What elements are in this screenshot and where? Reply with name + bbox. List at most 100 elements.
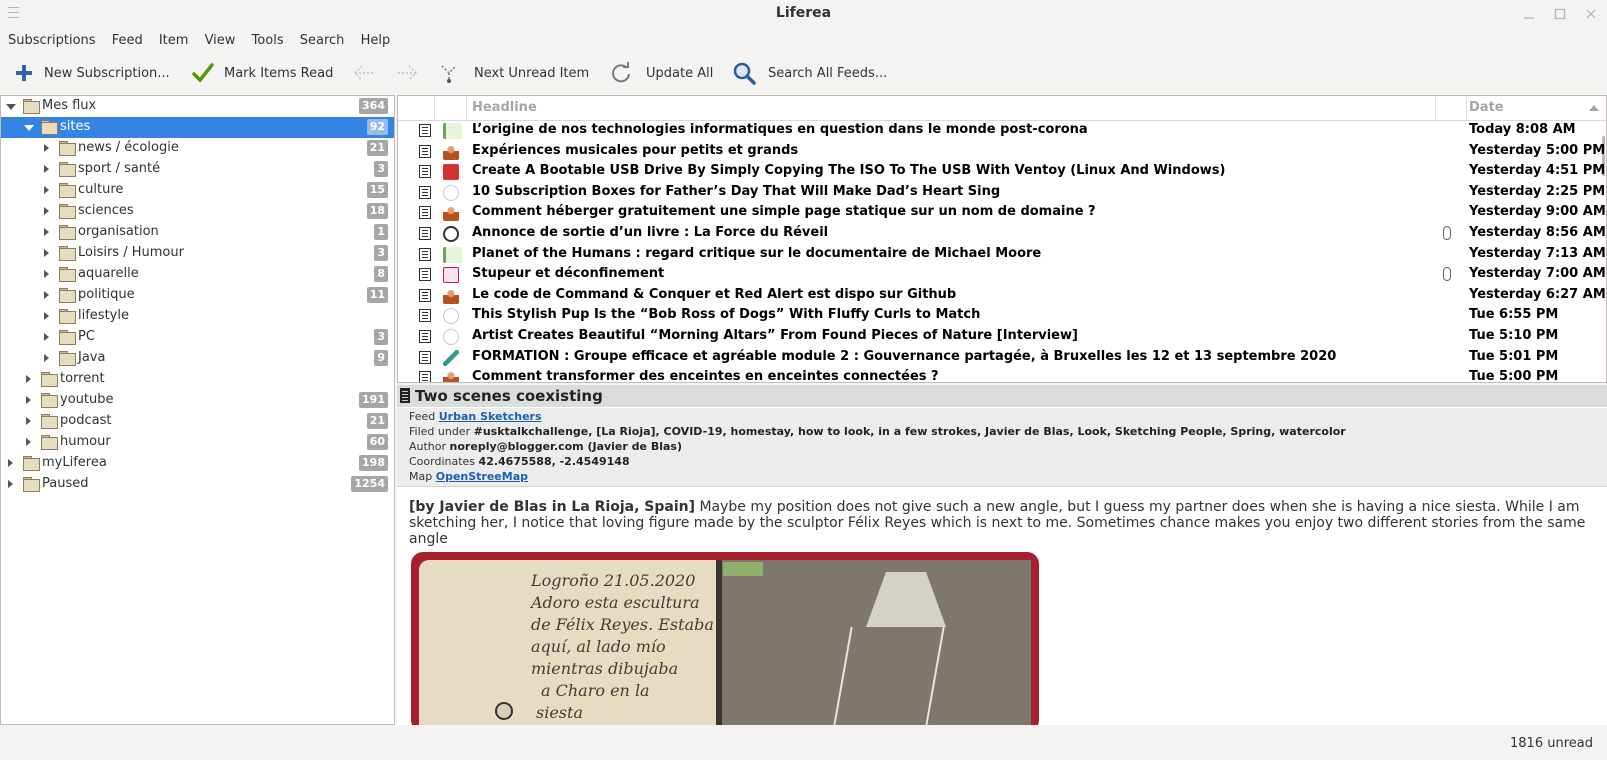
item-row[interactable]: Create A Bootable USB Drive By Simply Co… — [398, 161, 1606, 182]
unread-document-icon — [419, 247, 431, 261]
folder-icon — [23, 456, 40, 471]
tree-item-label: podcast — [60, 413, 112, 428]
back-button[interactable] — [352, 56, 376, 90]
expander-closed-icon[interactable] — [44, 291, 49, 299]
item-row[interactable]: Comment transformer des enceintes en enc… — [398, 367, 1606, 382]
tree-item[interactable]: culture 15 — [1, 180, 394, 201]
tree-item[interactable]: sport / santé 3 — [1, 159, 394, 180]
tree-item[interactable]: politique 11 — [1, 285, 394, 306]
folder-icon — [59, 351, 76, 366]
new-subscription-button[interactable]: New Subscription... — [14, 56, 170, 90]
menu-subscriptions[interactable]: Subscriptions — [0, 30, 101, 52]
item-row[interactable]: Stupeur et déconfinement Yesterday 7:00 A… — [398, 264, 1606, 285]
item-date: Yesterday 4:51 PM — [1469, 163, 1606, 179]
tree-item[interactable]: aquarelle 8 — [1, 264, 394, 285]
menu-view[interactable]: View — [200, 30, 241, 52]
tree-item[interactable]: humour 60 — [1, 432, 394, 453]
expander-closed-icon[interactable] — [26, 438, 31, 446]
expander-open-icon[interactable] — [24, 125, 34, 131]
toolbar: New Subscription... Mark Items Read Next… — [0, 56, 1607, 90]
expander-closed-icon[interactable] — [8, 480, 13, 488]
item-row[interactable]: Le code de Command & Conquer et Red Aler… — [398, 285, 1606, 306]
tree-item-label: sciences — [78, 203, 134, 218]
close-icon[interactable] — [1584, 7, 1598, 21]
tree-item[interactable]: myLiferea 198 — [1, 453, 394, 474]
expander-closed-icon[interactable] — [44, 333, 49, 341]
tree-item-label: aquarelle — [78, 266, 139, 281]
tree-item[interactable]: PC 3 — [1, 327, 394, 348]
item-row[interactable]: Comment héberger gratuitement une simple… — [398, 202, 1606, 223]
item-row[interactable]: Expériences musicales pour petits et gra… — [398, 141, 1606, 162]
tree-item[interactable]: Java 9 — [1, 348, 394, 369]
tree-item[interactable]: torrent — [1, 369, 394, 390]
folder-icon — [23, 477, 40, 492]
item-headline: Planet of the Humans : regard critique s… — [472, 245, 1042, 261]
expander-closed-icon[interactable] — [44, 354, 49, 362]
tree-item[interactable]: sites 92 — [1, 117, 394, 138]
expander-open-icon[interactable] — [6, 104, 16, 110]
avatar-favicon-icon — [443, 287, 459, 304]
menu-item[interactable]: Item — [154, 30, 194, 52]
expander-closed-icon[interactable] — [26, 396, 31, 404]
tree-item[interactable]: sciences 18 — [1, 201, 394, 222]
tree-item[interactable]: news / écologie 21 — [1, 138, 394, 159]
handwriting-line: de Félix Reyes. Estaba — [531, 615, 714, 634]
feed-label: Feed — [409, 410, 436, 423]
author-label: Author — [409, 440, 447, 453]
item-headline: Le code de Command & Conquer et Red Aler… — [472, 286, 957, 302]
expander-closed-icon[interactable] — [44, 144, 49, 152]
date-column-header[interactable]: Date — [1469, 100, 1504, 115]
folder-icon — [59, 267, 76, 282]
maximize-icon[interactable] — [1553, 7, 1567, 21]
next-unread-item-button[interactable]: Next Unread Item — [438, 56, 589, 90]
item-row[interactable]: FORMATION : Groupe efficace et agréable … — [398, 347, 1606, 368]
tree-item[interactable]: lifestyle — [1, 306, 394, 327]
green-leaf-favicon-icon — [443, 123, 462, 139]
forward-button[interactable] — [395, 56, 419, 90]
expander-closed-icon[interactable] — [44, 186, 49, 194]
item-date: Yesterday 8:56 AM — [1469, 225, 1606, 240]
expander-closed-icon[interactable] — [26, 417, 31, 425]
map-link[interactable]: OpenStreeMap — [436, 470, 528, 483]
expander-closed-icon[interactable] — [44, 165, 49, 173]
item-row[interactable]: Planet of the Humans : regard critique s… — [398, 244, 1606, 265]
menu-search[interactable]: Search — [295, 30, 350, 52]
expander-closed-icon[interactable] — [26, 375, 31, 383]
sort-ascending-icon — [1589, 105, 1599, 111]
feed-link[interactable]: Urban Sketchers — [439, 410, 542, 423]
tree-item[interactable]: Mes flux 364 — [1, 96, 394, 117]
tree-item[interactable]: Loisirs / Humour 3 — [1, 243, 394, 264]
item-row[interactable]: This Stylish Pup Is the “Bob Ross of Dog… — [398, 305, 1606, 326]
menu-tools[interactable]: Tools — [247, 30, 289, 52]
item-row[interactable]: Annonce de sortie d’un livre : La Force … — [398, 223, 1606, 244]
mark-items-read-button[interactable]: Mark Items Read — [192, 56, 333, 90]
expander-closed-icon[interactable] — [44, 249, 49, 257]
coordinates-value: 42.4675588, -2.4549148 — [478, 455, 630, 468]
item-row[interactable]: Artist Creates Beautiful “Morning Altars… — [398, 326, 1606, 347]
folder-icon — [41, 393, 58, 408]
folder-icon — [41, 435, 58, 450]
tree-item[interactable]: podcast 21 — [1, 411, 394, 432]
expander-closed-icon[interactable] — [44, 228, 49, 236]
expander-closed-icon[interactable] — [8, 459, 13, 467]
unread-count-badge: 3 — [374, 245, 388, 261]
item-row[interactable]: L’origine de nos technologies informatiq… — [398, 120, 1606, 141]
folder-icon — [41, 372, 58, 387]
tree-item[interactable]: organisation 1 — [1, 222, 394, 243]
item-headline: FORMATION : Groupe efficace et agréable … — [472, 348, 1337, 364]
expander-closed-icon[interactable] — [44, 270, 49, 278]
headline-column-header[interactable]: Headline — [472, 100, 537, 115]
tree-item[interactable]: Paused 1254 — [1, 474, 394, 495]
expander-closed-icon[interactable] — [44, 312, 49, 320]
update-all-button[interactable]: Update All — [610, 56, 713, 90]
menu-bar: Subscriptions Feed Item View Tools Searc… — [0, 30, 397, 52]
search-all-feeds-button[interactable]: Search All Feeds... — [732, 56, 887, 90]
tree-item[interactable]: youtube 191 — [1, 390, 394, 411]
expander-closed-icon[interactable] — [44, 207, 49, 215]
menu-feed[interactable]: Feed — [107, 30, 148, 52]
menu-help[interactable]: Help — [356, 30, 396, 52]
minimize-icon[interactable] — [1522, 7, 1536, 21]
teal-leaf-favicon-icon — [443, 349, 459, 366]
tree-item-label: Java — [78, 350, 106, 365]
item-row[interactable]: 10 Subscription Boxes for Father’s Day T… — [398, 182, 1606, 203]
